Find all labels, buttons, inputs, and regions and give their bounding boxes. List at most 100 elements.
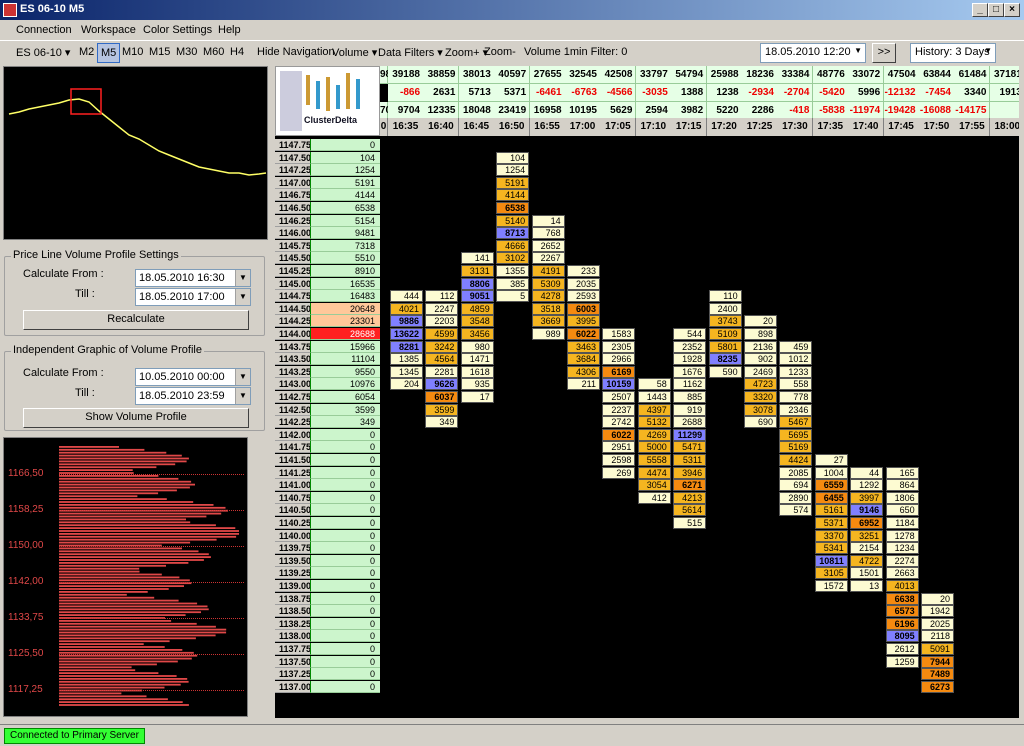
toolbar: ES 06-10 ▾ M2 M5 M10 M15 M30 M60 H4 Hide… xyxy=(0,40,1024,65)
volume-dropdown[interactable]: Volume ▾ xyxy=(332,46,377,59)
menu-help[interactable]: Help xyxy=(218,24,241,36)
cluster-cell: 1162 xyxy=(673,378,707,391)
history-dropdown[interactable]: History: 3 Days ▼ xyxy=(910,43,996,63)
zoom-out-button[interactable]: Zoom- xyxy=(484,46,516,58)
header-volume: 98 xyxy=(380,66,391,84)
volume-cell: 5191 xyxy=(310,176,380,189)
volume-cell: 5154 xyxy=(310,214,380,227)
hide-navigation-button[interactable]: Hide Navigation xyxy=(257,46,335,58)
tf-m5[interactable]: M5 xyxy=(97,43,121,63)
cluster-cell: 2469 xyxy=(744,365,777,378)
header-time[interactable]: 17:45 xyxy=(883,118,920,136)
data-filters-dropdown[interactable]: Data Filters ▾ xyxy=(378,46,443,59)
navigation-chart[interactable] xyxy=(3,66,268,240)
price-cell: 1138.50 xyxy=(275,605,311,618)
tf-h4[interactable]: H4 xyxy=(230,46,244,58)
volume-cell: 0 xyxy=(310,454,380,466)
cluster-cell: 1292 xyxy=(850,479,884,492)
zoom-in-dropdown[interactable]: Zoom+ ▾ xyxy=(445,46,488,59)
header-time[interactable]: 16:45 xyxy=(458,118,495,136)
header-time[interactable]: 16:40 xyxy=(423,118,460,136)
header-time[interactable]: 16:35 xyxy=(388,118,424,136)
cluster-cell: 1254 xyxy=(496,164,530,177)
profile-axis-label: 1133,75 xyxy=(8,612,44,623)
volume-cell: 6538 xyxy=(310,202,380,214)
menu-color-settings[interactable]: Color Settings xyxy=(143,24,212,36)
datetime-picker[interactable]: 18.05.2010 12:20 ▼ xyxy=(760,43,866,63)
chevron-down-icon[interactable]: ▼ xyxy=(235,270,250,286)
cluster-cell: 6952 xyxy=(850,517,884,529)
cluster-cell: 2507 xyxy=(602,391,636,403)
header-time[interactable]: 17:35 xyxy=(812,118,849,136)
header-time[interactable]: 16:50 xyxy=(494,118,531,136)
header-time[interactable]: 17:20 xyxy=(706,118,743,136)
header-time[interactable]: 17:40 xyxy=(848,118,885,136)
cluster-cell: 2966 xyxy=(602,353,636,366)
show-volume-profile-button[interactable]: Show Volume Profile xyxy=(23,408,249,428)
profile-gridline xyxy=(59,582,244,583)
close-button[interactable]: × xyxy=(1004,3,1020,17)
chevron-down-icon[interactable]: ▼ xyxy=(235,369,250,385)
tf-m2[interactable]: M2 xyxy=(79,46,94,58)
symbol-dropdown[interactable]: ES 06-10 ▾ xyxy=(16,46,70,59)
header-time[interactable]: 17:50 xyxy=(919,118,955,136)
profile-till-picker[interactable]: 18.05.2010 23:59 ▼ xyxy=(135,387,251,405)
minimize-button[interactable]: _ xyxy=(972,3,988,17)
profile-bar xyxy=(59,446,119,448)
calc-from-picker[interactable]: 18.05.2010 16:30 ▼ xyxy=(135,269,251,287)
cluster-cell: 5 xyxy=(496,290,530,303)
profile-axis-label: 1166,50 xyxy=(8,468,44,479)
volume-cell: 9481 xyxy=(310,227,380,240)
profile-bar xyxy=(59,588,169,590)
cluster-cell: 3078 xyxy=(744,403,777,416)
cluster-cell: 165 xyxy=(885,466,919,479)
volume-cell: 0 xyxy=(310,680,380,693)
chevron-down-icon[interactable]: ▼ xyxy=(235,289,250,305)
maximize-button[interactable]: □ xyxy=(988,3,1004,17)
cluster-cell: 2742 xyxy=(602,416,636,429)
header-time[interactable]: 18:00 xyxy=(989,118,1019,136)
header-time[interactable]: 17:05 xyxy=(600,118,637,136)
profile-bar xyxy=(59,521,191,524)
cluster-cell: 110 xyxy=(708,290,742,303)
recalculate-button[interactable]: Recalculate xyxy=(23,310,249,330)
header-time[interactable]: 17:25 xyxy=(742,118,778,136)
tf-m15[interactable]: M15 xyxy=(149,46,170,58)
cluster-cell: 211 xyxy=(567,378,600,391)
price-cell: 1137.75 xyxy=(275,643,311,655)
header-time[interactable]: 17:00 xyxy=(565,118,601,136)
vertical-scrollbar[interactable] xyxy=(1019,66,1024,718)
chevron-down-icon[interactable]: ▼ xyxy=(235,388,250,404)
cluster-cell: 1004 xyxy=(814,466,848,479)
go-button[interactable]: >> xyxy=(872,43,896,63)
cluster-cell: 10159 xyxy=(602,378,636,391)
header-time[interactable]: 16:55 xyxy=(529,118,566,136)
tf-m10[interactable]: M10 xyxy=(122,46,143,58)
profile-gridline xyxy=(59,654,244,655)
profile-bar xyxy=(59,454,182,457)
cluster-grid[interactable]: ClusterDelta 98 70 0 39188 -866 9704 16:35 3885… xyxy=(275,66,1019,718)
cluster-cell: 5109 xyxy=(708,328,742,340)
cluster-cell: 20 xyxy=(744,315,777,328)
header-time[interactable]: 17:30 xyxy=(777,118,814,136)
menu-workspace[interactable]: Workspace xyxy=(81,24,136,36)
symbol-label: ES 06-10 xyxy=(16,47,62,59)
tf-m30[interactable]: M30 xyxy=(176,46,197,58)
profile-from-picker[interactable]: 10.05.2010 00:00 ▼ xyxy=(135,368,251,386)
tf-m60[interactable]: M60 xyxy=(203,46,224,58)
zoom-in-label: Zoom+ xyxy=(445,47,480,59)
till-picker[interactable]: 18.05.2010 17:00 ▼ xyxy=(135,288,251,306)
header-time[interactable]: 17:15 xyxy=(671,118,708,136)
profile-bar xyxy=(59,515,207,518)
header-time[interactable]: 17:10 xyxy=(635,118,672,136)
cluster-cell: 5091 xyxy=(921,643,954,655)
price-cell: 1139.75 xyxy=(275,542,311,555)
cluster-cell: 4013 xyxy=(885,580,919,592)
cluster-cell: 919 xyxy=(673,403,707,416)
status-bar: Connected to Primary Server xyxy=(0,724,1024,746)
cluster-cell: 7944 xyxy=(921,655,954,668)
header-time[interactable]: 17:55 xyxy=(954,118,991,136)
menu-connection[interactable]: Connection xyxy=(16,24,72,36)
header-volume: 32545 xyxy=(565,66,601,84)
profile-bar xyxy=(59,631,227,634)
